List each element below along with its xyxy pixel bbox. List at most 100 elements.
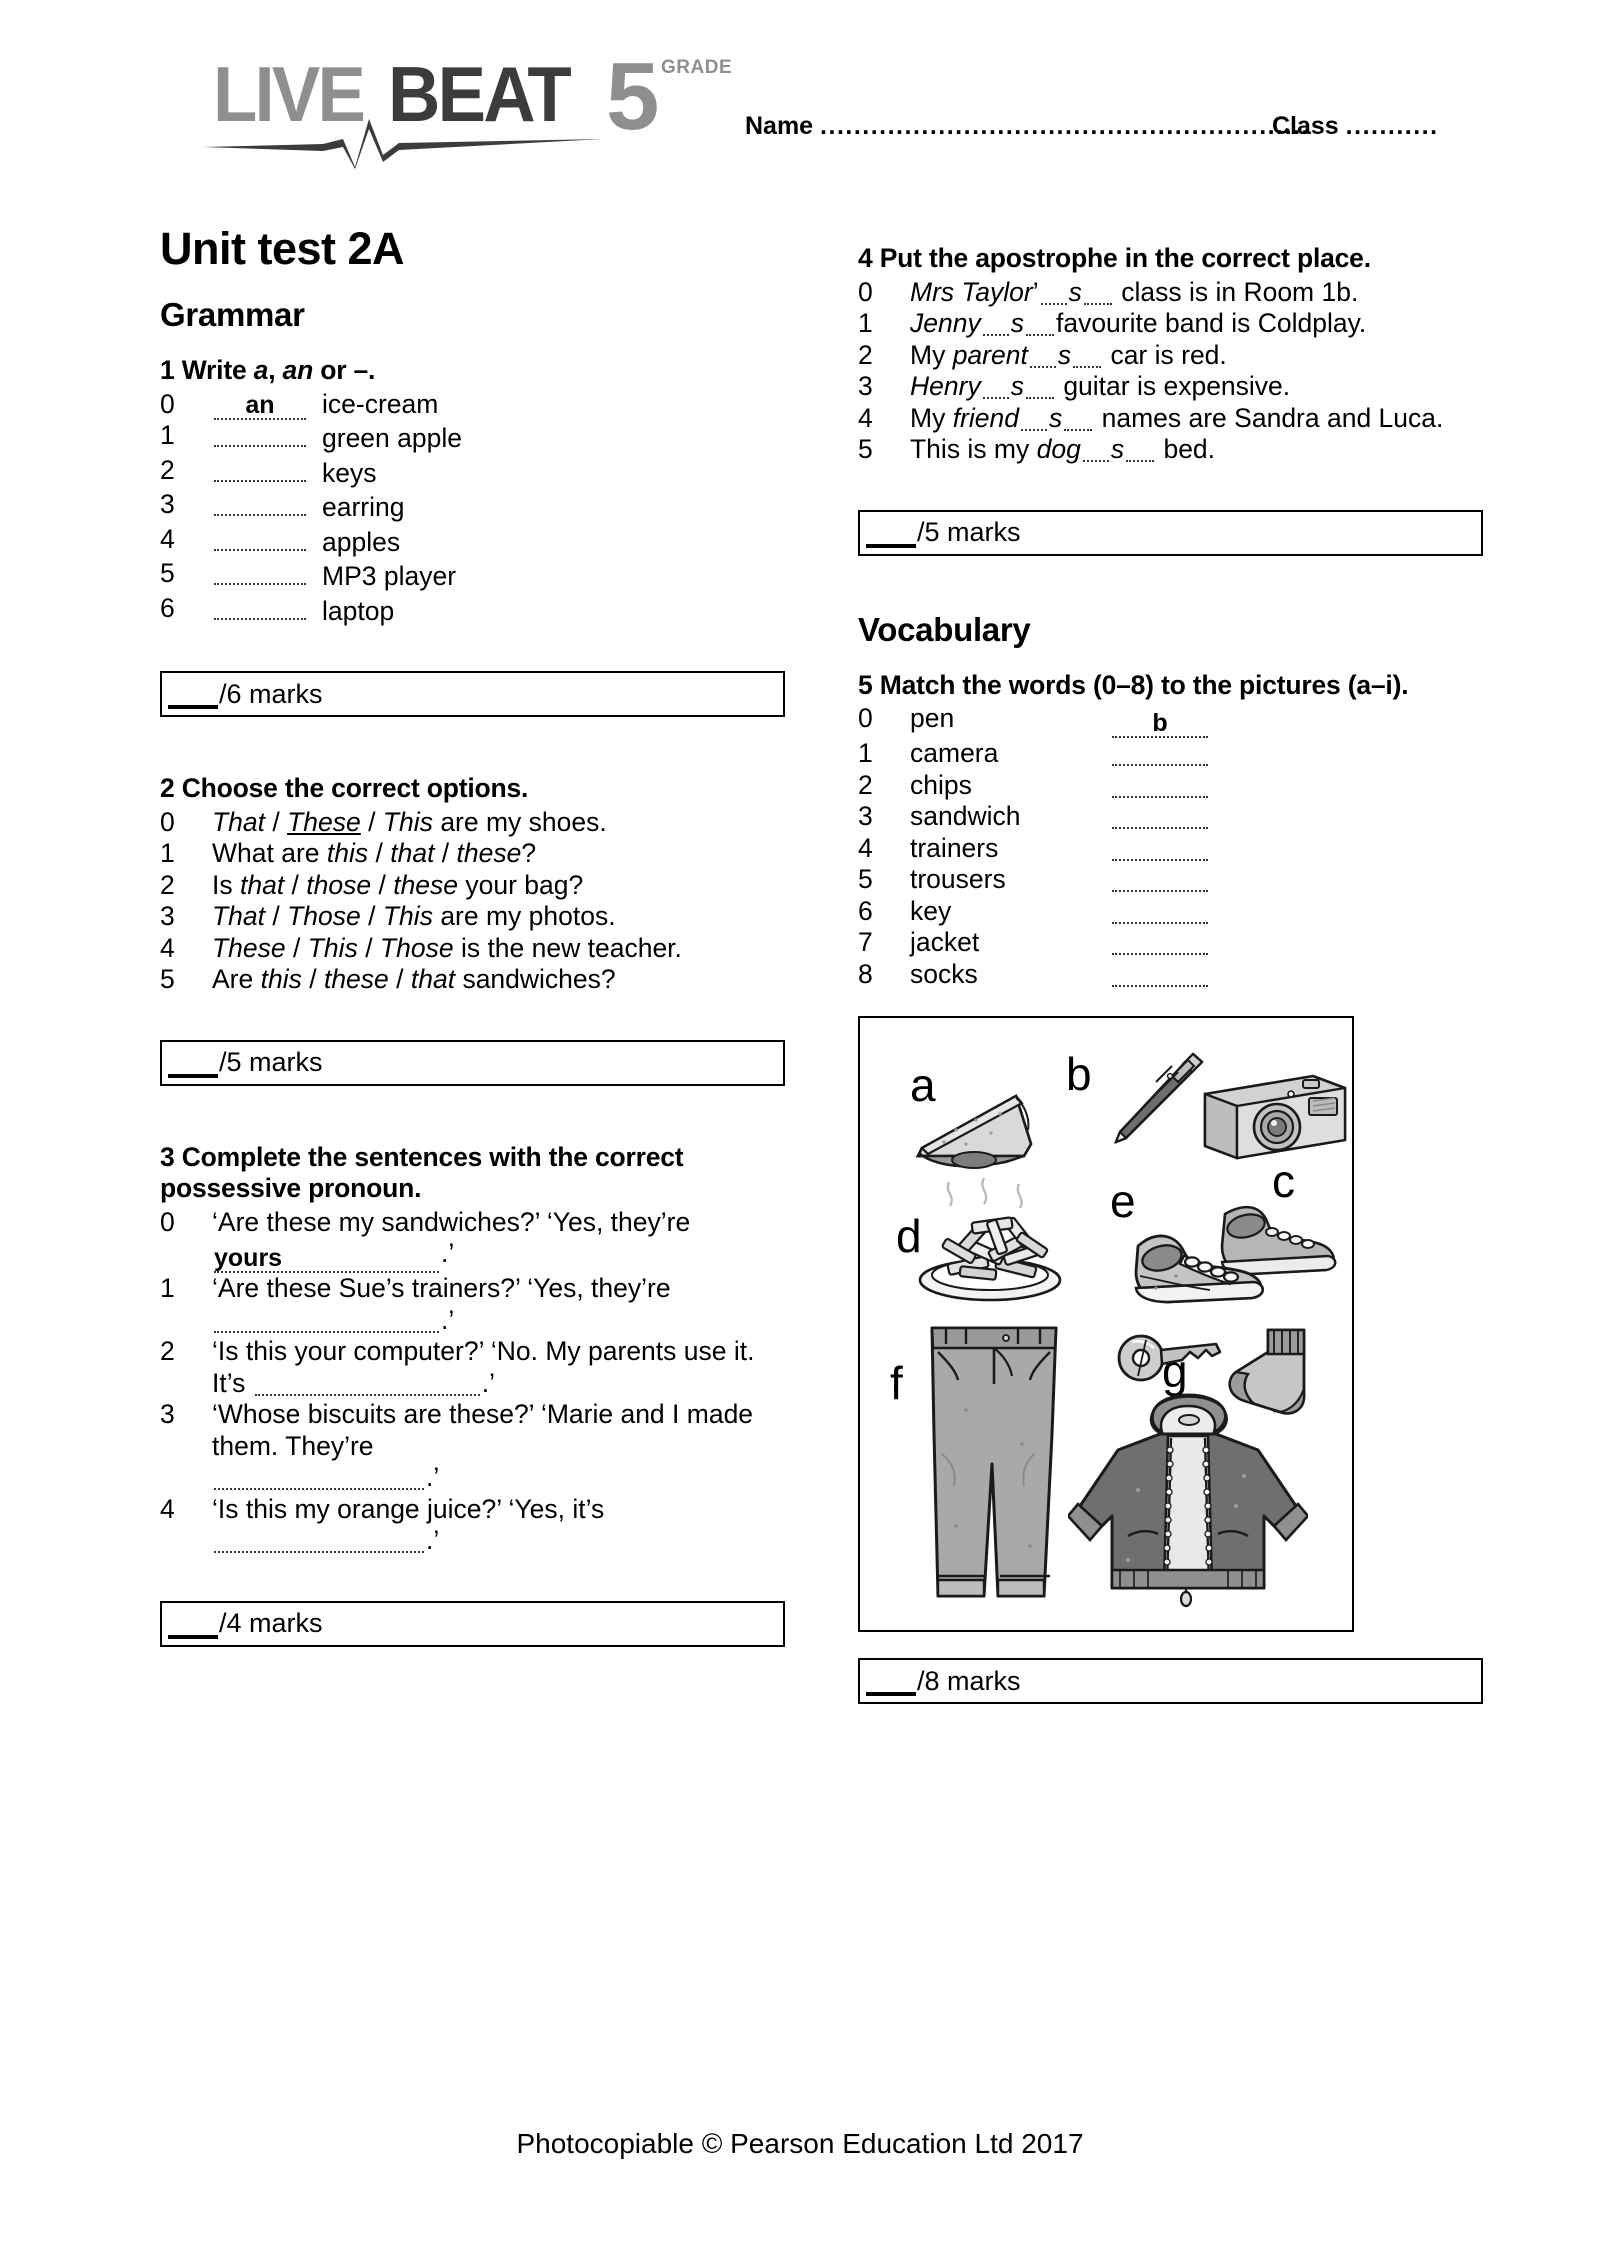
option-3[interactable]: these: [457, 838, 522, 868]
option-2[interactable]: This: [308, 933, 358, 963]
match-answer-blank[interactable]: [1112, 960, 1208, 987]
apostrophe-gap-left[interactable]: [1029, 341, 1056, 368]
option-1[interactable]: this: [261, 964, 302, 994]
article-blank[interactable]: an: [214, 392, 306, 420]
class-field[interactable]: Class ...........: [1272, 112, 1439, 141]
option-1[interactable]: that: [240, 870, 284, 900]
exercise-5-item-list: 0 pen b 1 camera 2 chips 3 sandwich 4 trainers 5 tro…: [858, 703, 1483, 990]
apostrophe-target-word: parent: [952, 339, 1028, 370]
trainers-icon: [1134, 1205, 1337, 1304]
page-footer: Photocopiable © Pearson Education Ltd 20…: [516, 2128, 1084, 2159]
exercise-item: 5 Are this / these / that sandwiches?: [160, 964, 785, 996]
option-1[interactable]: These: [212, 933, 286, 963]
page-header: LIVE BEAT 5 GRADE Name .................…: [0, 0, 1600, 180]
logo-grade-text: GRADE: [661, 57, 733, 78]
vocabulary-word: trousers: [910, 864, 1006, 894]
pronoun-blank[interactable]: [254, 1369, 480, 1396]
apostrophe-gap-left[interactable]: [1020, 404, 1047, 431]
item-body: socks: [910, 959, 1483, 991]
article-blank[interactable]: [214, 455, 306, 482]
option-3[interactable]: that: [411, 964, 455, 994]
exercise-1-number: 1: [160, 355, 175, 385]
article-blank[interactable]: [214, 420, 306, 447]
item-body: These / This / Those is the new teacher.: [212, 932, 682, 963]
exercise-1-article-an: an: [282, 355, 314, 385]
match-answer-blank[interactable]: [1112, 834, 1208, 861]
option-3[interactable]: these: [393, 870, 458, 900]
apostrophe-gap-right[interactable]: [1083, 278, 1112, 305]
apostrophe-gap-right[interactable]: [1126, 435, 1155, 462]
option-3[interactable]: This: [383, 901, 433, 931]
option-2[interactable]: Those: [287, 901, 361, 931]
item-body: Henry s guitar is expensive.: [910, 371, 1291, 401]
exercise-item: 4 My friend s names are Sandra and Luca.: [858, 403, 1483, 435]
option-3[interactable]: Those: [380, 933, 454, 963]
page-title: Unit test 2A: [160, 223, 405, 274]
article-blank[interactable]: [214, 593, 306, 620]
apostrophe-gap-right[interactable]: [1025, 372, 1054, 399]
article-blank[interactable]: [214, 489, 306, 516]
option-2[interactable]: that: [390, 838, 434, 868]
item-body: sandwich: [910, 801, 1483, 833]
match-answer-blank[interactable]: [1112, 897, 1208, 924]
vocabulary-word: camera: [910, 738, 999, 768]
pronoun-blank[interactable]: [214, 1526, 424, 1553]
marks-write-line[interactable]: [866, 518, 916, 548]
exercise-1-marks-box[interactable]: /6 marks: [160, 671, 785, 717]
apostrophe-gap-right[interactable]: [1025, 309, 1054, 336]
marks-write-line[interactable]: [866, 1666, 916, 1696]
option-1[interactable]: That: [212, 807, 265, 837]
apostrophe-gap-left[interactable]: [1082, 435, 1109, 462]
item-number: 3: [858, 801, 873, 831]
apostrophe-gap-left[interactable]: [982, 309, 1009, 336]
item-number: 6: [858, 895, 873, 926]
match-answer-blank[interactable]: [1112, 928, 1208, 955]
article-blank[interactable]: [214, 558, 306, 585]
option-2[interactable]: These: [287, 807, 361, 837]
match-answer-blank[interactable]: [1112, 802, 1208, 829]
item-body: This is my dog s bed.: [910, 434, 1216, 464]
match-answer-blank[interactable]: [1112, 739, 1208, 766]
apostrophe-gap-left[interactable]: [1040, 278, 1067, 305]
apostrophe-gap-right[interactable]: [1064, 404, 1093, 431]
item-body: Is that / those / these your bag?: [212, 869, 584, 900]
option-1[interactable]: That: [212, 901, 265, 931]
pronoun-blank[interactable]: [214, 1306, 439, 1333]
item-number: 6: [160, 592, 175, 623]
option-2[interactable]: these: [324, 964, 389, 994]
item-number: 3: [858, 371, 873, 401]
exercise-2-marks-box[interactable]: /5 marks: [160, 1039, 785, 1086]
match-answer-blank[interactable]: [1112, 771, 1208, 798]
camera-icon: [1203, 1074, 1347, 1160]
option-3[interactable]: This: [383, 807, 433, 837]
item-number: 1: [160, 1273, 175, 1303]
exercise-3-marks-box[interactable]: /4 marks: [160, 1600, 785, 1647]
match-answer-blank[interactable]: b: [1112, 711, 1208, 738]
exercise-4-marks-box[interactable]: /5 marks: [858, 509, 1483, 556]
item-number: 4: [160, 932, 175, 963]
exercise-item: 0 pen b: [858, 703, 1483, 738]
name-field[interactable]: Name ...................................…: [745, 112, 1310, 141]
match-answer-blank[interactable]: [1112, 865, 1208, 892]
marks-write-line[interactable]: [168, 1609, 218, 1639]
article-blank[interactable]: [214, 524, 306, 551]
item-word: ice-cream: [322, 388, 439, 419]
exercise-1-heading: 1 Write a, an or –.: [160, 355, 785, 387]
apostrophe-target-word: dog: [1036, 434, 1081, 464]
pronoun-blank[interactable]: yours: [214, 1246, 439, 1273]
name-label: Name: [745, 112, 814, 140]
apostrophe-gap-right[interactable]: [1073, 341, 1102, 368]
apostrophe-gap-left[interactable]: [982, 372, 1009, 399]
pronoun-blank[interactable]: [214, 1463, 424, 1490]
item-number: 0: [858, 703, 873, 733]
exercise-item: 3 earring: [160, 489, 785, 524]
exercise-5-marks-box[interactable]: /8 marks: [858, 1658, 1483, 1704]
exercise-1-heading-pre: Write: [181, 355, 254, 385]
option-2[interactable]: those: [306, 870, 371, 900]
marks-write-line[interactable]: [168, 1048, 218, 1078]
jacket-icon: [1068, 1393, 1308, 1608]
marks-write-line[interactable]: [168, 679, 218, 709]
exercise-5-marks-label: /8 marks: [917, 1665, 1021, 1696]
item-word: apples: [322, 526, 401, 557]
option-1[interactable]: this: [327, 838, 368, 868]
